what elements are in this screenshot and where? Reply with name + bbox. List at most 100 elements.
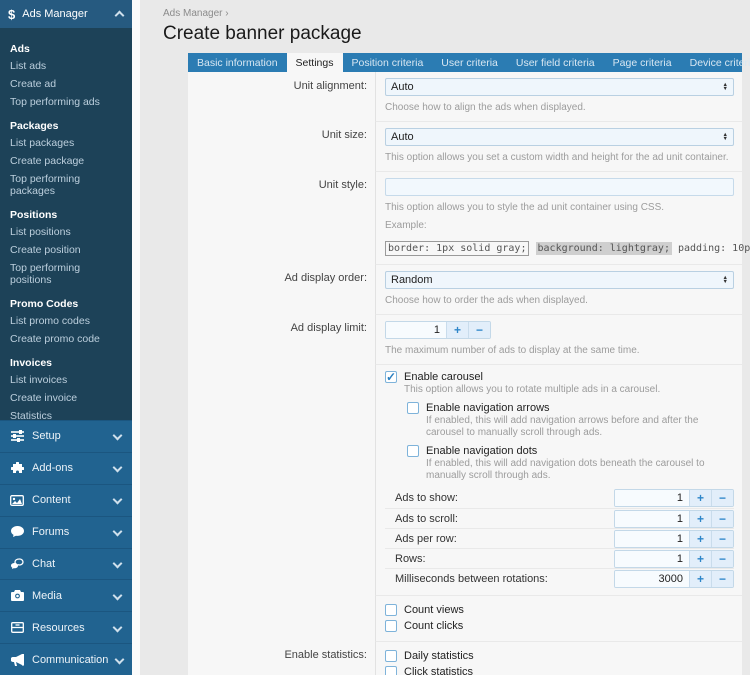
count-views-label[interactable]: Count views [404, 604, 464, 616]
sidebar-item-create-package[interactable]: Create package [0, 152, 132, 170]
row-counts: Count views Count clicks [188, 595, 742, 641]
increment-button[interactable]: + [689, 551, 711, 567]
sidebar-item-list-ads[interactable]: List ads [0, 57, 132, 75]
increment-button[interactable]: + [689, 571, 711, 587]
tab-basic-information[interactable]: Basic information [188, 53, 287, 72]
tab-position-criteria[interactable]: Position criteria [343, 53, 433, 72]
row-carousel: Enable carousel This option allows you t… [188, 364, 742, 595]
comment-icon [10, 525, 24, 539]
breadcrumb-separator: › [225, 8, 228, 19]
unit-size-hint: This option allows you set a custom widt… [385, 146, 734, 164]
decrement-button[interactable]: − [711, 551, 733, 567]
chevron-down-icon [114, 560, 122, 568]
tab-settings[interactable]: Settings [287, 53, 343, 72]
enable-navigation-arrows-label[interactable]: Enable navigation arrows [426, 402, 550, 414]
collapsed-sections: Setup Add-ons Content Forums [0, 420, 132, 675]
count-clicks-label[interactable]: Count clicks [404, 620, 463, 632]
ad-display-order-value: Random [391, 274, 723, 286]
sidebar-item-label: Setup [32, 430, 106, 442]
increment-button[interactable]: + [689, 531, 711, 547]
chevron-down-icon [114, 528, 122, 536]
sidebar-item-create-ad[interactable]: Create ad [0, 75, 132, 93]
enable-navigation-arrows-checkbox[interactable] [407, 402, 419, 414]
sidebar-item-list-promo-codes[interactable]: List promo codes [0, 312, 132, 330]
megaphone-icon [10, 653, 24, 667]
rows-input[interactable]: 1 [615, 551, 689, 567]
decrement-button[interactable]: − [711, 571, 733, 587]
ad-display-limit-stepper: 1 + − [385, 321, 491, 339]
tab-page-criteria[interactable]: Page criteria [604, 53, 681, 72]
unit-alignment-select[interactable]: Auto ▲▼ [385, 78, 734, 96]
increment-button[interactable]: + [446, 322, 468, 338]
increment-button[interactable]: + [689, 490, 711, 506]
sidebar-item-chat[interactable]: Chat [0, 548, 132, 580]
ad-display-order-hint: Choose how to order the ads when display… [385, 289, 734, 307]
decrement-button[interactable]: − [711, 490, 733, 506]
count-clicks-checkbox[interactable] [385, 620, 397, 632]
sidebar-item-label: Resources [32, 622, 106, 634]
sidebar-item-top-performing-ads[interactable]: Top performing ads [0, 93, 132, 111]
click-statistics-checkbox[interactable] [385, 666, 397, 675]
unit-size-select[interactable]: Auto ▲▼ [385, 128, 734, 146]
select-arrows-icon: ▲▼ [723, 133, 728, 142]
unit-alignment-hint: Choose how to align the ads when display… [385, 96, 734, 114]
unit-style-example-code: border: 1px solid gray; background: ligh… [385, 241, 734, 257]
ad-display-limit-input[interactable]: 1 [386, 322, 446, 338]
enable-carousel-hint: This option allows you to rotate multipl… [385, 383, 734, 402]
sidebar-item-top-performing-packages[interactable]: Top performing packages [0, 170, 132, 200]
sidebar-item-create-position[interactable]: Create position [0, 241, 132, 259]
sidebar-item-communication[interactable]: Communication [0, 643, 132, 675]
click-statistics-label[interactable]: Click statistics [404, 666, 473, 675]
count-views-checkbox[interactable] [385, 604, 397, 616]
sidebar-item-resources[interactable]: Resources [0, 611, 132, 643]
sidebar-item-create-invoice[interactable]: Create invoice [0, 389, 132, 407]
sidebar-item-add-ons[interactable]: Add-ons [0, 452, 132, 484]
menu-heading-packages: Packages [0, 111, 132, 134]
breadcrumb-link[interactable]: Ads Manager [163, 8, 222, 19]
ads-to-show-input[interactable]: 1 [615, 490, 689, 506]
sidebar-item-label: Media [32, 590, 106, 602]
menu-heading-positions: Positions [0, 200, 132, 223]
enable-carousel-checkbox[interactable] [385, 371, 397, 383]
admin-sidebar: $ Ads Manager Ads List ads Create ad Top… [0, 0, 132, 675]
row-ads-per-row: Ads per row: 1+− [385, 528, 734, 548]
breadcrumb: Ads Manager › [140, 0, 750, 19]
increment-button[interactable]: + [689, 511, 711, 527]
chevron-up-icon [116, 10, 124, 18]
daily-statistics-checkbox[interactable] [385, 650, 397, 662]
photo-icon [10, 493, 24, 507]
enable-carousel-label[interactable]: Enable carousel [404, 371, 483, 383]
tab-user-criteria[interactable]: User criteria [432, 53, 507, 72]
sidebar-item-setup[interactable]: Setup [0, 420, 132, 452]
enable-navigation-dots-checkbox[interactable] [407, 445, 419, 457]
unit-style-input[interactable] [385, 178, 734, 196]
sidebar-item-list-positions[interactable]: List positions [0, 223, 132, 241]
enable-statistics-label: Enable statistics: [188, 641, 375, 675]
ads-to-scroll-input[interactable]: 1 [615, 511, 689, 527]
sidebar-item-top-performing-positions[interactable]: Top performing positions [0, 259, 132, 289]
enable-navigation-dots-label[interactable]: Enable navigation dots [426, 445, 537, 457]
ads-per-row-input[interactable]: 1 [615, 531, 689, 547]
sidebar-item-create-promo-code[interactable]: Create promo code [0, 330, 132, 348]
sidebar-item-list-packages[interactable]: List packages [0, 134, 132, 152]
tab-device-criteria[interactable]: Device criteria [681, 53, 750, 72]
ad-display-order-select[interactable]: Random ▲▼ [385, 271, 734, 289]
sidebar-item-content[interactable]: Content [0, 484, 132, 516]
sidebar-item-forums[interactable]: Forums [0, 516, 132, 548]
unit-alignment-label: Unit alignment: [188, 72, 375, 121]
row-milliseconds-between-rotations: Milliseconds between rotations: 3000+− [385, 568, 734, 588]
decrement-button[interactable]: − [711, 531, 733, 547]
decrement-button[interactable]: − [711, 511, 733, 527]
decrement-button[interactable]: − [468, 322, 490, 338]
daily-statistics-label[interactable]: Daily statistics [404, 650, 474, 662]
ads-manager-menu: Ads List ads Create ad Top performing ad… [0, 28, 132, 420]
sidebar-item-ads-manager[interactable]: $ Ads Manager [0, 0, 132, 28]
sidebar-scroll-track[interactable] [132, 0, 140, 675]
milliseconds-input[interactable]: 3000 [615, 571, 689, 587]
tab-user-field-criteria[interactable]: User field criteria [507, 53, 604, 72]
sidebar-item-list-invoices[interactable]: List invoices [0, 371, 132, 389]
sidebar-item-media[interactable]: Media [0, 579, 132, 611]
sidebar-item-label: Forums [32, 526, 106, 538]
chevron-down-icon [114, 432, 122, 440]
enable-navigation-dots-hint: If enabled, this will add navigation dot… [407, 457, 734, 488]
